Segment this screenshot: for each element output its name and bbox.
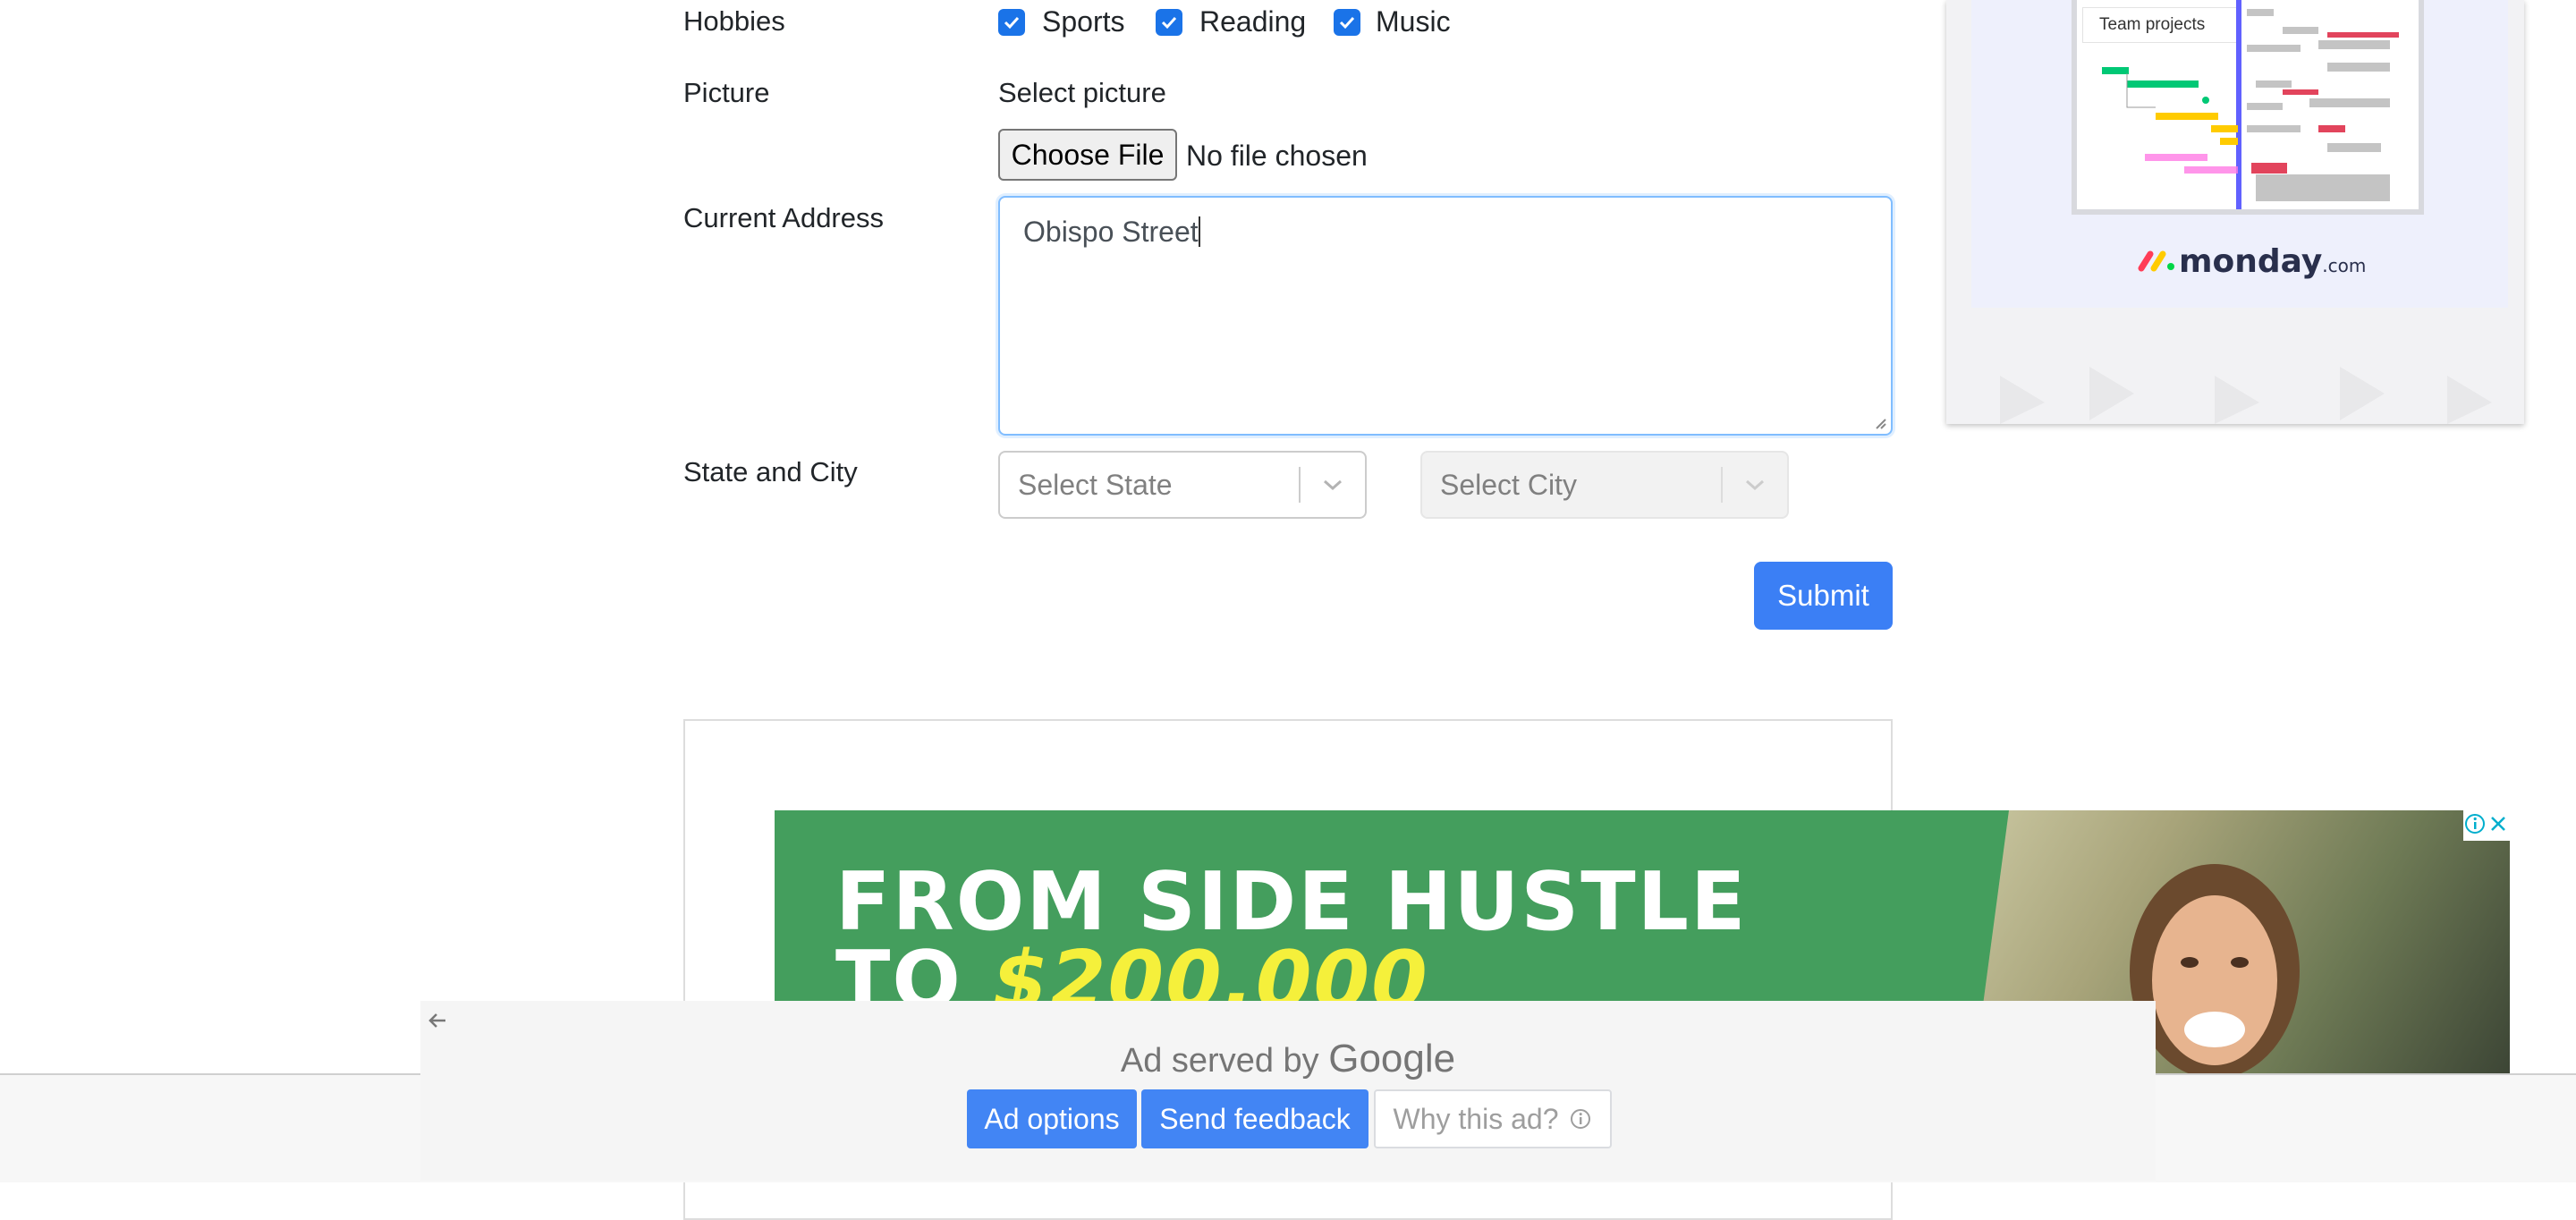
- submit-button[interactable]: Submit: [1754, 562, 1893, 630]
- send-feedback-button[interactable]: Send feedback: [1141, 1089, 1368, 1148]
- resize-handle-icon: [1876, 419, 1886, 429]
- city-select[interactable]: Select City: [1420, 451, 1789, 519]
- why-this-ad-label: Why this ad?: [1393, 1102, 1559, 1135]
- monday-brand: monday: [2179, 243, 2323, 280]
- picture-label: Picture: [683, 77, 770, 108]
- why-this-ad-button[interactable]: Why this ad?: [1374, 1089, 1612, 1148]
- sports-checkbox-label[interactable]: Sports: [1042, 5, 1124, 38]
- monday-logo: monday .com: [2138, 243, 2366, 280]
- address-value: Obispo Street: [1023, 216, 1199, 248]
- triangle-pattern: [2000, 367, 2492, 424]
- adchoices-controls: [2463, 810, 2510, 841]
- address-label: Current Address: [683, 202, 884, 233]
- chevron-down-icon[interactable]: [1723, 479, 1787, 491]
- monday-logo-icon: [2138, 250, 2174, 272]
- info-icon[interactable]: [2463, 810, 2487, 837]
- current-address-textarea[interactable]: Obispo Street: [998, 196, 1893, 436]
- side-advertisement[interactable]: Team projects monday .com: [1946, 0, 2524, 424]
- gantt-chart-graphic: [2102, 0, 2399, 209]
- back-arrow-icon[interactable]: [426, 1010, 451, 1031]
- ad-feedback-overlay: Ad served by Google Ad options Send feed…: [420, 1001, 2156, 1181]
- reading-checkbox[interactable]: [1156, 9, 1182, 36]
- google-logo: Google: [1328, 1037, 1456, 1080]
- file-status: No file chosen: [1186, 140, 1368, 172]
- chevron-down-icon[interactable]: [1301, 479, 1365, 491]
- hobbies-label: Hobbies: [683, 5, 785, 37]
- close-icon[interactable]: [2487, 810, 2510, 837]
- ad-options-button[interactable]: Ad options: [967, 1089, 1137, 1148]
- check-icon: [1339, 16, 1355, 30]
- state-select[interactable]: Select State: [998, 451, 1367, 519]
- text-caret: [1198, 216, 1200, 247]
- ad-served-by: Ad served by Google: [420, 1037, 2156, 1081]
- sports-checkbox[interactable]: [998, 9, 1025, 36]
- check-icon: [1161, 16, 1177, 30]
- city-placeholder: Select City: [1440, 468, 1577, 501]
- choose-file-button[interactable]: Choose File: [998, 129, 1177, 181]
- side-ad-panel: Team projects monday .com: [1971, 0, 2508, 308]
- reading-checkbox-label[interactable]: Reading: [1199, 5, 1306, 38]
- check-icon: [1004, 16, 1020, 30]
- info-icon: [1571, 1109, 1591, 1129]
- state-placeholder: Select State: [1018, 468, 1173, 501]
- ad-served-by-text: Ad served by: [1120, 1042, 1319, 1080]
- product-screenshot: Team projects: [2072, 0, 2424, 215]
- monday-suffix: .com: [2322, 255, 2367, 276]
- music-checkbox-label[interactable]: Music: [1376, 5, 1451, 38]
- picture-hint: Select picture: [998, 77, 1166, 108]
- state-city-label: State and City: [683, 456, 858, 487]
- music-checkbox[interactable]: [1334, 9, 1360, 36]
